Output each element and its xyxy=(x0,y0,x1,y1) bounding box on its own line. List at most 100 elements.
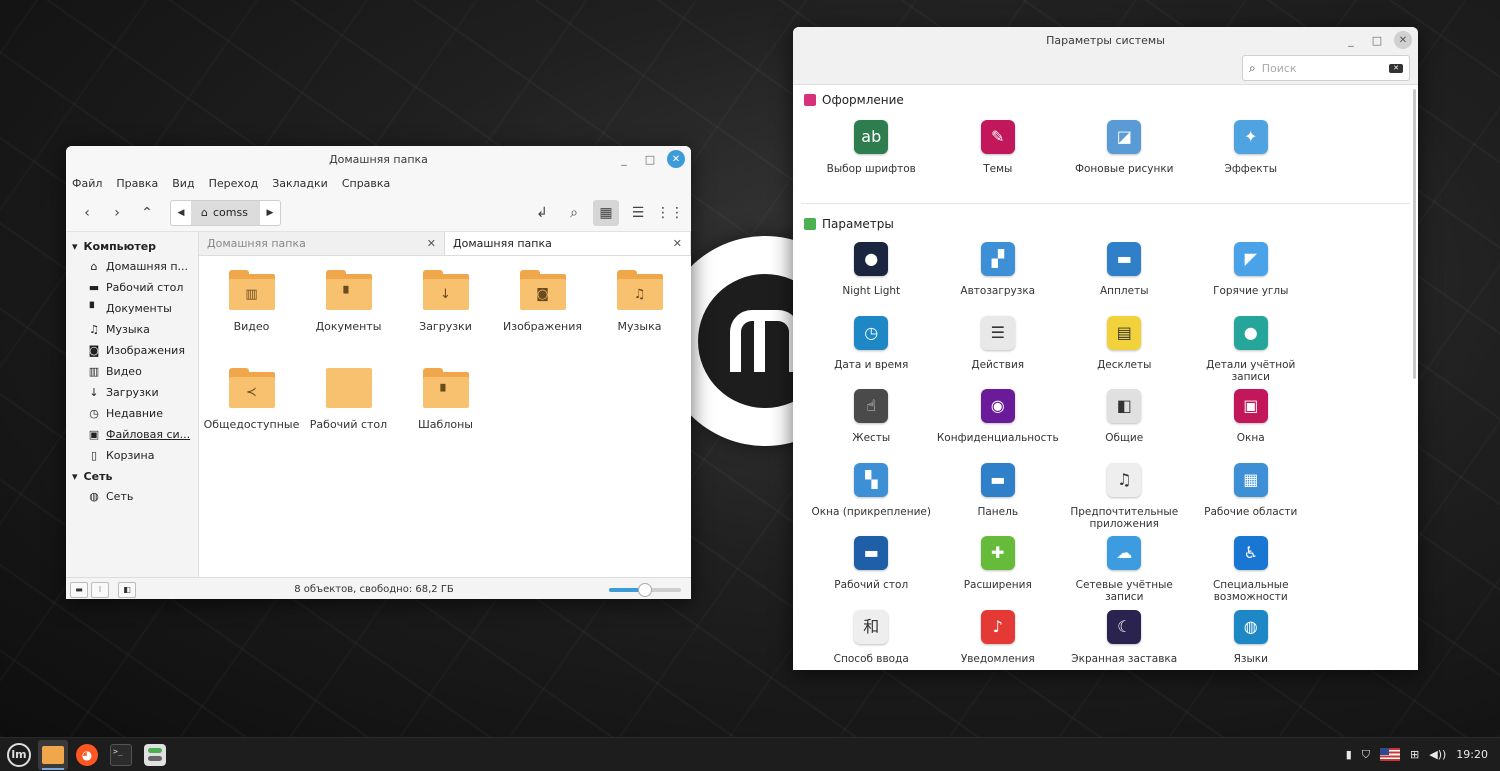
close-icon[interactable]: ✕ xyxy=(673,237,682,250)
taskbar-firefox[interactable]: ◕ xyxy=(72,740,102,770)
path-left-arrow[interactable]: ◀ xyxy=(171,208,191,218)
folder-item[interactable]: Рабочий стол xyxy=(300,368,397,466)
clock[interactable]: 19:20 xyxy=(1456,748,1488,761)
close-icon[interactable]: ✕ xyxy=(427,237,436,250)
folder-item[interactable]: ≺ Общедоступные xyxy=(203,368,300,466)
up-button[interactable]: ⌃ xyxy=(134,200,160,226)
minimize-button[interactable]: _ xyxy=(615,150,633,168)
volume-icon[interactable]: ◀)) xyxy=(1429,748,1446,761)
settings-grid: ● Night Light ▞ Автозагрузка ▬ Апплеты ◤ Горячи… xyxy=(793,239,1418,670)
clear-search-icon[interactable]: ✕ xyxy=(1389,63,1403,73)
folder-item[interactable]: ▘ Документы xyxy=(300,270,397,368)
fm-titlebar[interactable]: Домашняя папка _ □ ✕ xyxy=(66,146,691,172)
settings-item[interactable]: ☾ Экранная заставка xyxy=(1061,609,1188,671)
sidebar-item[interactable]: ▣ Файловая си... xyxy=(66,424,198,445)
settings-item[interactable]: ♫ Предпочтительные приложения xyxy=(1061,462,1188,537)
settings-item[interactable]: ▣ Окна xyxy=(1188,389,1315,463)
taskbar-files[interactable] xyxy=(38,739,68,770)
settings-item[interactable]: ✦ Эффекты xyxy=(1188,120,1315,200)
settings-item[interactable]: ☰ Действия xyxy=(935,315,1062,390)
folder-item[interactable]: ◙ Изображения xyxy=(494,270,591,368)
settings-titlebar[interactable]: Параметры системы _ □ ✕ xyxy=(793,27,1418,53)
sidebar-item[interactable]: ▘ Документы xyxy=(66,298,198,319)
sidebar-header-network[interactable]: ▾ Сеть xyxy=(66,466,198,486)
shield-icon[interactable]: ⛉ xyxy=(1362,748,1370,762)
sidebar-item[interactable]: ▥ Видео xyxy=(66,361,198,382)
network-icon[interactable]: ⊞ xyxy=(1410,748,1419,761)
settings-item[interactable]: ♿ Специальные возможности xyxy=(1188,536,1315,610)
menu-file[interactable]: Файл xyxy=(72,177,102,190)
keyboard-layout-flag-icon[interactable] xyxy=(1380,748,1401,761)
icon-view-button[interactable]: ▦ xyxy=(593,199,619,226)
settings-search-input[interactable]: ⌕ Поиск ✕ xyxy=(1242,55,1410,81)
menu-edit[interactable]: Правка xyxy=(116,177,158,190)
settings-item[interactable]: ◤ Горячие углы xyxy=(1188,242,1315,316)
settings-item[interactable]: ▞ Автозагрузка xyxy=(935,242,1062,316)
settings-item[interactable]: ▬ Апплеты xyxy=(1061,242,1188,316)
minimize-button[interactable]: _ xyxy=(1342,31,1360,49)
settings-item[interactable]: ◧ Общие xyxy=(1061,389,1188,463)
path-right-arrow[interactable]: ▶ xyxy=(260,208,280,218)
sidebar-item[interactable]: ♫ Музыка xyxy=(66,319,198,340)
search-button[interactable]: ⌕ xyxy=(561,200,587,226)
folder-item[interactable]: ▘ Шаблоны xyxy=(397,368,494,466)
tab-home[interactable]: Домашняя папка ✕ xyxy=(199,232,445,255)
sidebar-item[interactable]: ↓ Загрузки xyxy=(66,382,198,403)
settings-scrollbar[interactable] xyxy=(1413,89,1416,379)
back-button[interactable]: ‹ xyxy=(74,200,100,226)
maximize-button[interactable]: □ xyxy=(1368,31,1386,49)
tab-home[interactable]: Домашняя папка ✕ xyxy=(445,232,691,255)
settings-item[interactable]: ✎ Темы xyxy=(935,120,1062,200)
camera-icon: ◙ xyxy=(88,344,100,357)
zoom-slider-knob[interactable] xyxy=(638,582,652,597)
settings-item[interactable]: 和 Способ ввода xyxy=(808,609,935,671)
sidebar-item[interactable]: ◷ Недавние xyxy=(66,403,198,424)
menu-button[interactable]: lm xyxy=(4,740,34,770)
zoom-slider[interactable] xyxy=(609,582,681,597)
sidebar-item[interactable]: ⌂ Домашняя п... xyxy=(66,256,198,277)
folder-item[interactable]: ♫ Музыка xyxy=(591,270,688,368)
settings-item[interactable]: ab Выбор шрифтов xyxy=(808,120,935,200)
settings-item[interactable]: ▚ Окна (прикрепление) xyxy=(808,462,935,537)
compact-view-button[interactable]: ⋮⋮ xyxy=(656,200,684,226)
sidebar-item-network[interactable]: ◍ Сеть xyxy=(66,486,198,507)
toggle-location-button[interactable]: ↲ xyxy=(529,200,555,226)
settings-item[interactable]: ☝ Жесты xyxy=(808,389,935,463)
menu-view[interactable]: Вид xyxy=(172,177,194,190)
sidebar-item[interactable]: ▬ Рабочий стол xyxy=(66,277,198,298)
sidebar-header-computer[interactable]: ▾ Компьютер xyxy=(66,236,198,256)
clipboard-icon[interactable]: ▮ xyxy=(1346,748,1352,761)
taskbar-terminal[interactable]: >_ xyxy=(106,740,136,770)
menu-help[interactable]: Справка xyxy=(342,177,390,190)
menu-bookmarks[interactable]: Закладки xyxy=(272,177,328,190)
maximize-button[interactable]: □ xyxy=(641,150,659,168)
settings-item[interactable]: ▤ Десклеты xyxy=(1061,315,1188,390)
close-button[interactable]: ✕ xyxy=(1394,31,1412,49)
tree-toggle-button[interactable]: ⁝ xyxy=(91,581,109,598)
hide-sidebar-button[interactable]: ◧ xyxy=(118,581,136,598)
settings-item[interactable]: ◪ Фоновые рисунки xyxy=(1061,120,1188,200)
menu-go[interactable]: Переход xyxy=(209,177,259,190)
settings-item[interactable]: ▬ Рабочий стол xyxy=(808,536,935,610)
path-crumb-home[interactable]: ⌂ comss xyxy=(191,200,260,225)
settings-item[interactable]: ◍ Языки xyxy=(1188,609,1315,671)
forward-button[interactable]: › xyxy=(104,200,130,226)
sidebar-item[interactable]: ◙ Изображения xyxy=(66,340,198,361)
settings-item[interactable]: ♪ Уведомления xyxy=(935,609,1062,671)
settings-item[interactable]: ✚ Расширения xyxy=(935,536,1062,610)
taskbar-settings[interactable] xyxy=(140,740,170,770)
path-bar: ◀ ⌂ comss ▶ xyxy=(170,199,281,226)
close-button[interactable]: ✕ xyxy=(667,150,685,168)
settings-item[interactable]: ▦ Рабочие области xyxy=(1188,462,1315,537)
sidebar-item[interactable]: ▯ Корзина xyxy=(66,445,198,466)
settings-item[interactable]: ● Night Light xyxy=(808,242,935,316)
settings-item[interactable]: ▬ Панель xyxy=(935,462,1062,537)
list-view-button[interactable]: ☰ xyxy=(625,200,651,226)
settings-item[interactable]: ☁ Сетевые учётные записи xyxy=(1061,536,1188,610)
settings-item[interactable]: ◷ Дата и время xyxy=(808,315,935,390)
settings-item[interactable]: ● Детали учётной записи xyxy=(1188,315,1315,390)
folder-item[interactable]: ▥ Видео xyxy=(203,270,300,368)
folder-item[interactable]: ↓ Загрузки xyxy=(397,270,494,368)
places-toggle-button[interactable]: ▬ xyxy=(70,581,88,598)
settings-item[interactable]: ◉ Конфиденциальность xyxy=(935,389,1062,463)
